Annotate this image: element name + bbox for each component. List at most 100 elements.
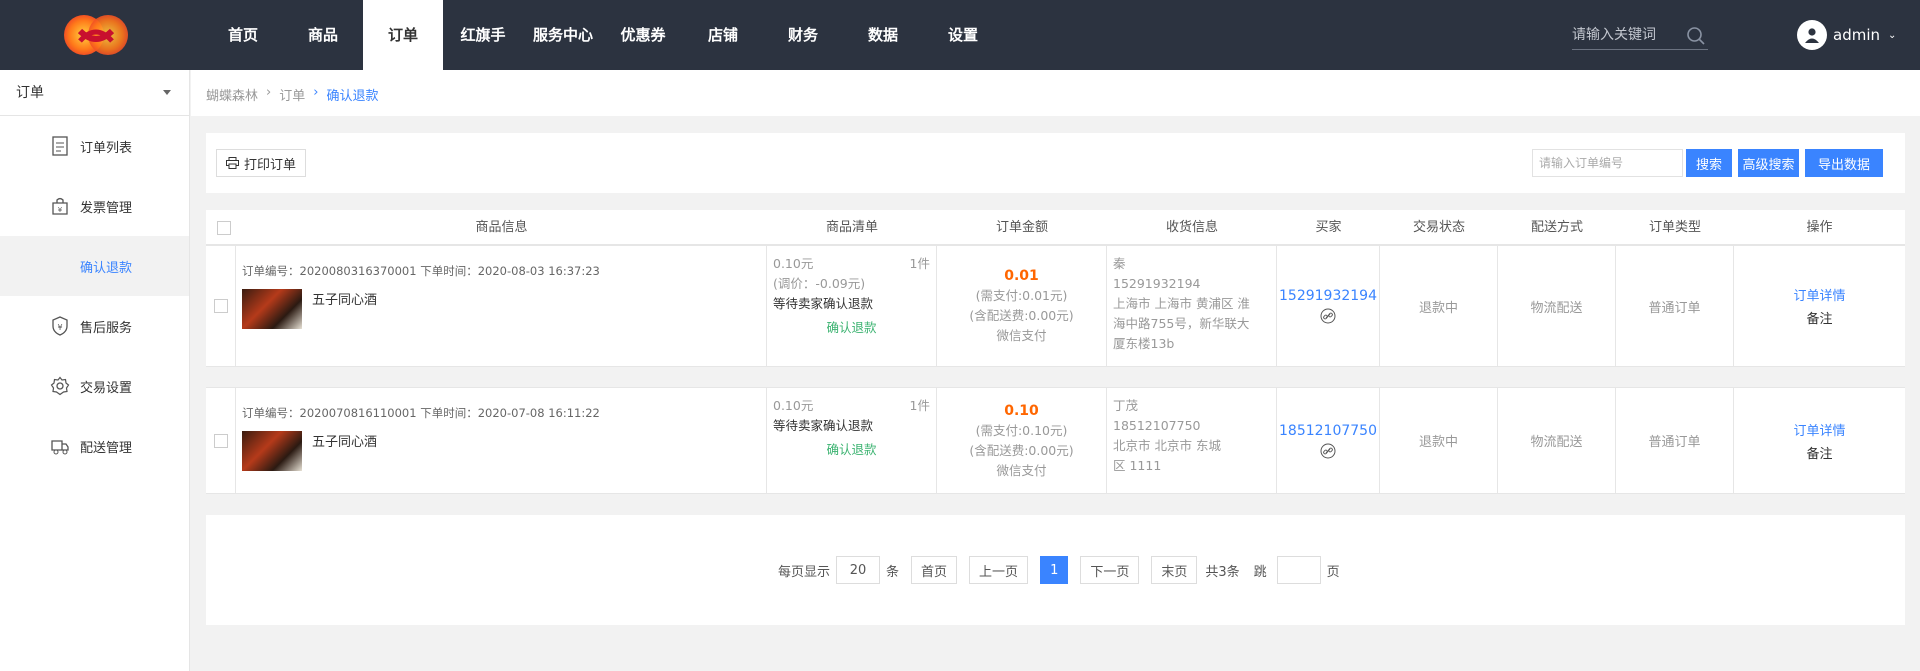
sidebar-item[interactable]: 配送管理	[0, 416, 189, 476]
keyword-search-input[interactable]	[1572, 22, 1682, 48]
table-header: 商品信息 商品清单 订单金额 收货信息 买家 交易状态 配送方式 订单类型 操作	[206, 210, 1905, 245]
refund-status: 等待卖家确认退款	[773, 296, 874, 311]
print-orders-button[interactable]: 打印订单	[216, 149, 307, 177]
last-page-button[interactable]: 末页	[1151, 556, 1198, 584]
nav-item[interactable]: 首页	[203, 0, 283, 70]
per-page-input[interactable]	[836, 556, 881, 584]
document-icon	[52, 136, 68, 156]
col-order-amount: 订单金额	[995, 220, 1048, 235]
nav-item[interactable]: 店铺	[683, 0, 763, 70]
nav-item[interactable]: 商品	[283, 0, 363, 70]
breadcrumb-item[interactable]: 蝴蝶森林	[206, 85, 258, 104]
nav-item[interactable]: 优惠券	[603, 0, 683, 70]
delivery-method: 物流配送	[1498, 388, 1616, 493]
toolbar: 打印订单 搜索 高级搜索 导出数据	[206, 133, 1905, 193]
sidebar-item-label: 发票管理	[80, 200, 133, 216]
nav-item[interactable]: 数据	[843, 0, 923, 70]
breadcrumb: 蝴蝶森林 › 订单 › 确认退款	[206, 85, 378, 104]
breadcrumb-separator: ›	[266, 85, 272, 100]
sidebar-item[interactable]: 订单列表	[0, 116, 189, 176]
buyer-link[interactable]: 18512107750	[1279, 423, 1377, 439]
first-page-button[interactable]: 首页	[911, 556, 958, 584]
product-name[interactable]: 五子同心酒	[312, 431, 377, 450]
refund-status: 等待卖家确认退款	[773, 418, 874, 433]
order-detail-link[interactable]: 订单详情	[1793, 420, 1845, 439]
quantity: 1件	[909, 398, 930, 413]
top-navbar: 首页商品订单红旗手服务中心优惠券店铺财务数据设置 admin ⌄	[0, 0, 1920, 70]
breadcrumb-current: 确认退款	[326, 89, 379, 104]
shield-icon: ¥	[52, 316, 68, 336]
sidebar-item-label: 订单列表	[80, 140, 133, 156]
breadcrumb-bar: 蝴蝶森林 › 订单 › 确认退款	[191, 70, 1920, 116]
receiver-phone: 15291932194	[1113, 276, 1201, 291]
product-thumbnail[interactable]	[242, 289, 302, 329]
sidebar-item[interactable]: 交易设置	[0, 356, 189, 416]
sidebar-item[interactable]: ¥ 发票管理	[0, 176, 189, 236]
order-type: 普通订单	[1616, 246, 1734, 366]
order-number-input[interactable]	[1532, 149, 1683, 177]
jump-page-input[interactable]	[1276, 556, 1321, 584]
note-link[interactable]: 备注	[1806, 443, 1832, 462]
select-all-checkbox[interactable]	[217, 221, 231, 235]
sidebar-item[interactable]: 确认退款	[0, 236, 189, 296]
pay-method: 微信支付	[996, 328, 1047, 343]
main-nav: 首页 商品 订单 红旗手 服务中心 优惠券 店铺 财务 数据 设置	[203, 0, 1003, 70]
link-icon[interactable]	[1320, 308, 1336, 324]
confirm-refund-link[interactable]: 确认退款	[773, 318, 930, 338]
breadcrumb-item[interactable]: 订单	[279, 85, 305, 104]
nav-item[interactable]: 财务	[763, 0, 843, 70]
col-buyer: 买家	[1315, 220, 1342, 235]
nav-item[interactable]: 红旗手	[443, 0, 523, 70]
page-unit: 页	[1326, 564, 1340, 580]
order-detail-link[interactable]: 订单详情	[1793, 285, 1845, 304]
avatar-icon	[1797, 20, 1827, 50]
nav-item[interactable]: 设置	[923, 0, 1003, 70]
link-icon[interactable]	[1320, 443, 1336, 459]
receiver-name: 秦	[1113, 256, 1126, 271]
table-row: 订单编号：2020080316370001 下单时间：2020-08-03 16…	[206, 245, 1905, 367]
col-delivery: 配送方式	[1530, 220, 1583, 235]
printer-icon	[226, 157, 239, 169]
row-checkbox[interactable]	[213, 299, 228, 313]
search-icon[interactable]	[1686, 26, 1706, 46]
buyer-link[interactable]: 15291932194	[1279, 288, 1377, 304]
product-name[interactable]: 五子同心酒	[312, 289, 377, 308]
shipping-fee: (含配送费:0.00元)	[969, 308, 1074, 323]
next-page-button[interactable]: 下一页	[1080, 556, 1140, 584]
top-search	[1572, 22, 1708, 50]
per-page-label: 每页显示	[778, 564, 831, 580]
shipping-fee: (含配送费:0.00元)	[969, 442, 1074, 458]
bag-icon: ¥	[52, 197, 68, 215]
logo[interactable]	[60, 11, 132, 59]
pagination: 每页显示 条 首页 上一页 1 下一页 末页 共3条 跳 页	[778, 555, 1340, 585]
row-checkbox[interactable]	[213, 433, 228, 448]
orders-table: 商品信息 商品清单 订单金额 收货信息 买家 交易状态 配送方式 订单类型 操作…	[206, 210, 1905, 494]
col-actions: 操作	[1806, 220, 1833, 235]
advanced-search-button[interactable]: 高级搜索	[1738, 149, 1799, 177]
user-menu[interactable]: admin ⌄	[1797, 20, 1896, 50]
product-thumbnail[interactable]	[242, 431, 302, 471]
delivery-method: 物流配送	[1498, 246, 1616, 366]
search-button[interactable]: 搜索	[1686, 149, 1732, 177]
sidebar-section-select[interactable]: 订单	[0, 70, 189, 116]
need-pay: (需支付:0.01元)	[975, 288, 1068, 303]
col-product-list: 商品清单	[825, 220, 878, 235]
breadcrumb-separator: ›	[313, 85, 319, 100]
page-1-button[interactable]: 1	[1040, 556, 1069, 584]
order-amount: 0.10	[1004, 402, 1039, 419]
export-data-button[interactable]: 导出数据	[1805, 149, 1883, 177]
pay-method: 微信支付	[996, 462, 1047, 478]
receiver-phone: 18512107750	[1113, 418, 1201, 433]
prev-page-button[interactable]: 上一页	[969, 556, 1029, 584]
address-line: 上海市 上海市 黄浦区 淮	[1113, 296, 1250, 311]
pagination-card: 每页显示 条 首页 上一页 1 下一页 末页 共3条 跳 页	[206, 515, 1905, 625]
per-page-unit: 条	[886, 564, 900, 580]
note-link[interactable]: 备注	[1806, 308, 1832, 327]
sidebar-item-label: 确认退款	[80, 260, 133, 276]
confirm-refund-link[interactable]: 确认退款	[773, 440, 930, 460]
username: admin	[1833, 26, 1880, 44]
nav-item[interactable]: 订单	[363, 0, 443, 70]
nav-item[interactable]: 服务中心	[523, 0, 603, 70]
sidebar-item[interactable]: ¥ 售后服务	[0, 296, 189, 356]
trade-status: 退款中	[1380, 388, 1498, 493]
